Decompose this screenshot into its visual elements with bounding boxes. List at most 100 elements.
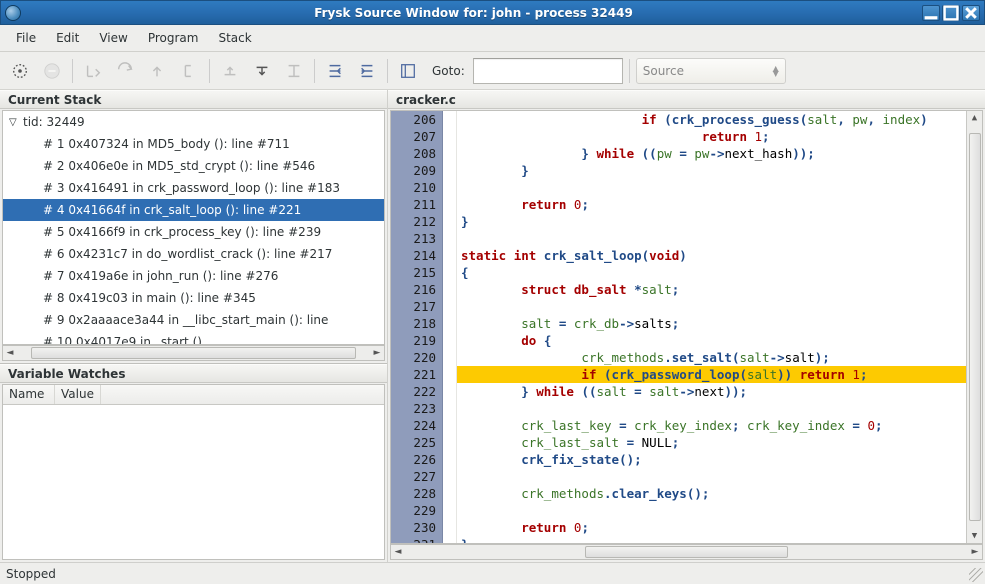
source-line[interactable]: } (457, 213, 966, 230)
scroll-thumb[interactable] (585, 546, 788, 558)
scroll-thumb[interactable] (31, 347, 356, 359)
toolbar: Goto: Source ▲▼ (0, 52, 985, 90)
source-line[interactable]: } while ((salt = salt->next)); (457, 383, 966, 400)
maximize-button[interactable] (942, 5, 960, 21)
source-line[interactable]: crk_last_salt = NULL; (457, 434, 966, 451)
mode-combo[interactable]: Source ▲▼ (636, 58, 786, 84)
source-line[interactable]: do { (457, 332, 966, 349)
menu-edit[interactable]: Edit (46, 27, 89, 49)
goto-input[interactable] (473, 58, 623, 84)
source-line[interactable]: struct db_salt *salt; (457, 281, 966, 298)
separator (72, 59, 73, 83)
frame-down-button[interactable] (248, 57, 276, 85)
right-pane: cracker.c 206207208209210211212213214215… (388, 90, 985, 562)
watches-col-name[interactable]: Name (3, 385, 55, 404)
source-line[interactable]: return 0; (457, 196, 966, 213)
separator (314, 59, 315, 83)
step-over-button[interactable] (111, 57, 139, 85)
mode-combo-label: Source (643, 64, 684, 78)
stack-frame[interactable]: # 7 0x419a6e in john_run (): line #276 (3, 265, 384, 287)
source-line[interactable] (457, 230, 966, 247)
chevron-updown-icon: ▲▼ (773, 66, 779, 76)
goto-label: Goto: (432, 64, 465, 78)
scroll-up-icon[interactable]: ▲ (972, 113, 977, 123)
step-instr-button[interactable] (175, 57, 203, 85)
source-panel: cracker.c 206207208209210211212213214215… (388, 90, 985, 562)
source-line[interactable]: crk_methods.set_salt(salt->salt); (457, 349, 966, 366)
step-in-button[interactable] (79, 57, 107, 85)
watches-table[interactable]: Name Value (2, 384, 385, 560)
run-button[interactable] (6, 57, 34, 85)
menu-view[interactable]: View (89, 27, 137, 49)
stack-frame[interactable]: # 1 0x407324 in MD5_body (): line #711 (3, 133, 384, 155)
source-line[interactable]: if (crk_password_loop(salt)) return 1; (457, 366, 966, 383)
source-code[interactable]: if (crk_process_guess(salt, pw, index) r… (457, 111, 966, 543)
watches-col-value[interactable]: Value (55, 385, 101, 404)
source-line[interactable] (457, 502, 966, 519)
breakpoint-gutter[interactable] (443, 111, 457, 543)
close-button[interactable] (962, 5, 980, 21)
menu-file[interactable]: File (6, 27, 46, 49)
stack-frame[interactable]: # 2 0x406e0e in MD5_std_crypt (): line #… (3, 155, 384, 177)
source-line[interactable]: } while ((pw = pw->next_hash)); (457, 145, 966, 162)
indent-left-button[interactable] (321, 57, 349, 85)
stack-frame[interactable]: # 3 0x416491 in crk_password_loop (): li… (3, 177, 384, 199)
scroll-down-icon[interactable]: ▼ (972, 531, 977, 541)
source-vscrollbar[interactable]: ▲ ▼ (966, 111, 982, 543)
source-line[interactable]: salt = crk_db->salts; (457, 315, 966, 332)
stack-tree[interactable]: ▽ tid: 32449 # 1 0x407324 in MD5_body ()… (2, 110, 385, 345)
resize-grip[interactable] (969, 568, 983, 582)
expander-icon[interactable]: ▽ (9, 117, 19, 128)
status-text: Stopped (6, 567, 56, 581)
stack-panel: Current Stack ▽ tid: 32449 # 1 0x407324 … (0, 90, 387, 364)
source-line[interactable]: if (crk_process_guess(salt, pw, index) (457, 111, 966, 128)
source-line[interactable]: crk_last_key = crk_key_index; crk_key_in… (457, 417, 966, 434)
minimize-button[interactable] (922, 5, 940, 21)
stack-frame[interactable]: # 10 0x4017e9 in _start () (3, 331, 384, 345)
source-hscrollbar[interactable]: ◄ ► (390, 544, 983, 560)
stack-frame[interactable]: # 8 0x419c03 in main (): line #345 (3, 287, 384, 309)
separator (387, 59, 388, 83)
scroll-left-icon[interactable]: ◄ (391, 547, 405, 557)
source-line[interactable]: return 0; (457, 519, 966, 536)
source-line[interactable] (457, 468, 966, 485)
scroll-thumb[interactable] (969, 133, 981, 521)
source-line[interactable]: } (457, 536, 966, 543)
indent-right-button[interactable] (353, 57, 381, 85)
source-line[interactable]: static int crk_salt_loop(void) (457, 247, 966, 264)
source-line[interactable]: } (457, 162, 966, 179)
source-line[interactable] (457, 400, 966, 417)
stack-frame[interactable]: # 9 0x2aaaace3a44 in __libc_start_main (… (3, 309, 384, 331)
toggle-source-button[interactable] (394, 57, 422, 85)
source-line[interactable]: return 1; (457, 128, 966, 145)
scroll-right-icon[interactable]: ► (370, 348, 384, 358)
separator (629, 59, 630, 83)
menu-bar: File Edit View Program Stack (0, 25, 985, 52)
line-number-gutter[interactable]: 2062072082092102112122132142152162172182… (391, 111, 443, 543)
source-header: cracker.c (388, 90, 985, 109)
step-out-button[interactable] (143, 57, 171, 85)
source-line[interactable]: crk_methods.clear_keys(); (457, 485, 966, 502)
source-line[interactable]: { (457, 264, 966, 281)
stack-frame[interactable]: # 6 0x4231c7 in do_wordlist_crack (): li… (3, 243, 384, 265)
menu-stack[interactable]: Stack (208, 27, 261, 49)
window-title: Frysk Source Window for: john - process … (27, 6, 920, 20)
stack-hscrollbar[interactable]: ◄ ► (2, 345, 385, 361)
source-line[interactable]: crk_fix_state(); (457, 451, 966, 468)
status-bar: Stopped (0, 562, 985, 584)
frame-bottom-button[interactable] (280, 57, 308, 85)
stack-frame[interactable]: # 5 0x4166f9 in crk_process_key (): line… (3, 221, 384, 243)
source-line[interactable] (457, 179, 966, 196)
frame-up-button[interactable] (216, 57, 244, 85)
scroll-left-icon[interactable]: ◄ (3, 348, 17, 358)
left-pane: Current Stack ▽ tid: 32449 # 1 0x407324 … (0, 90, 388, 562)
stack-thread-row[interactable]: ▽ tid: 32449 (3, 111, 384, 133)
source-line[interactable] (457, 298, 966, 315)
title-bar: Frysk Source Window for: john - process … (0, 0, 985, 25)
stop-button[interactable] (38, 57, 66, 85)
menu-program[interactable]: Program (138, 27, 209, 49)
scroll-right-icon[interactable]: ► (968, 547, 982, 557)
source-view[interactable]: 2062072082092102112122132142152162172182… (390, 110, 983, 544)
watches-panel: Variable Watches Name Value (0, 364, 387, 562)
stack-frame[interactable]: # 4 0x41664f in crk_salt_loop (): line #… (3, 199, 384, 221)
